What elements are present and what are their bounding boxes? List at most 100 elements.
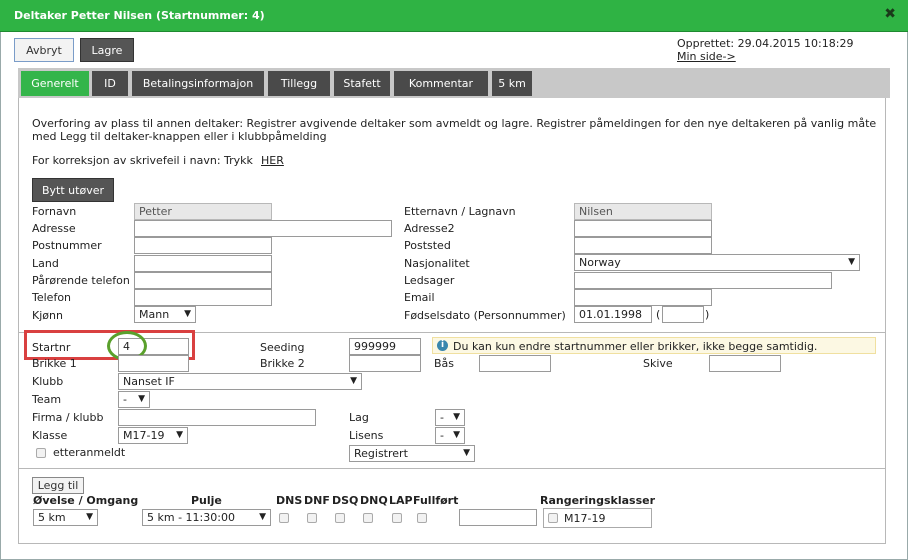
phone-field[interactable] <box>134 289 272 306</box>
tab-bar: Generelt ID Betalingsinformajon Tillegg … <box>18 68 890 98</box>
disc-field[interactable] <box>709 355 781 372</box>
dropdown-arrow-icon: ▼ <box>176 430 183 440</box>
lag-value: - <box>440 411 444 424</box>
club-select[interactable]: Nanset IF ▼ <box>118 373 362 390</box>
seeding-field[interactable]: 999999 <box>349 338 421 355</box>
address-field[interactable] <box>134 220 392 237</box>
lap-checkbox[interactable] <box>392 513 402 523</box>
country-field[interactable] <box>134 255 272 272</box>
dsq-checkbox[interactable] <box>335 513 345 523</box>
team-value: - <box>123 393 127 406</box>
heat-select[interactable]: 5 km - 11:30:00 ▼ <box>142 509 271 526</box>
company-label: Firma / klubb <box>32 411 104 424</box>
gender-select[interactable]: Mann ▼ <box>134 306 196 323</box>
nationality-select[interactable]: Norway ▼ <box>574 254 860 271</box>
tab-5km[interactable]: 5 km <box>492 71 532 96</box>
heat-value: 5 km - 11:30:00 <box>147 511 235 524</box>
dropdown-arrow-icon: ▼ <box>86 512 93 522</box>
status-select[interactable]: Registrert ▼ <box>349 445 475 462</box>
tab-extras[interactable]: Tillegg <box>268 71 330 96</box>
cancel-button[interactable]: Avbryt <box>14 38 74 62</box>
close-icon[interactable]: ✖ <box>884 7 896 21</box>
notice-text: Du kan kun endre startnummer eller brikk… <box>453 340 818 353</box>
dropdown-arrow-icon: ▼ <box>350 376 357 386</box>
lane-field[interactable] <box>479 355 551 372</box>
gender-value: Mann <box>139 308 170 321</box>
birthdate-field[interactable]: 01.01.1998 <box>574 306 652 323</box>
relative-phone-field[interactable] <box>134 272 272 289</box>
last-name-label: Etternavn / Lagnavn <box>404 205 516 218</box>
col-event-header: Øvelse / Omgang <box>33 494 139 507</box>
personnummer-field[interactable] <box>662 306 704 323</box>
dropdown-arrow-icon: ▼ <box>463 448 470 458</box>
class-select[interactable]: M17-19 ▼ <box>118 427 188 444</box>
address2-field[interactable] <box>574 220 712 237</box>
info-icon: i <box>437 340 448 351</box>
save-button[interactable]: Lagre <box>80 38 134 62</box>
dns-checkbox[interactable] <box>279 513 289 523</box>
dropdown-arrow-icon: ▼ <box>184 309 191 319</box>
tab-id[interactable]: ID <box>92 71 128 96</box>
dnf-checkbox[interactable] <box>307 513 317 523</box>
postal-code-field[interactable] <box>134 237 272 254</box>
event-value: 5 km <box>38 511 66 524</box>
dialog-title: Deltaker Petter Nilsen (Startnummer: 4) <box>14 9 265 22</box>
license-select[interactable]: - ▼ <box>435 427 465 444</box>
col-dnq-header: DNQ <box>360 494 388 507</box>
col-lap-header: LAP <box>389 494 413 507</box>
lag-select[interactable]: - ▼ <box>435 409 465 426</box>
relative-phone-label: Pårørende telefon <box>32 274 130 287</box>
event-select[interactable]: 5 km ▼ <box>33 509 98 526</box>
city-field[interactable] <box>574 237 712 254</box>
chip2-field[interactable] <box>349 355 421 372</box>
first-name-label: Fornavn <box>32 205 77 218</box>
my-page-link[interactable]: Min side-> <box>677 50 736 63</box>
license-value: - <box>440 429 444 442</box>
col-dns-header: DNS <box>276 494 303 507</box>
tab-comment[interactable]: Kommentar <box>394 71 488 96</box>
class-value: M17-19 <box>123 429 165 442</box>
change-athlete-button[interactable]: Bytt utøver <box>32 178 114 202</box>
email-field[interactable] <box>574 289 712 306</box>
late-registration-checkbox[interactable] <box>36 448 46 458</box>
seeding-label: Seeding <box>260 341 305 354</box>
nationality-label: Nasjonalitet <box>404 257 470 270</box>
completed-checkbox[interactable] <box>417 513 427 523</box>
created-timestamp: Opprettet: 29.04.2015 10:18:29 <box>677 37 854 50</box>
license-label: Lisens <box>349 429 384 442</box>
company-field[interactable] <box>118 409 316 426</box>
first-name-field: Petter <box>134 203 272 220</box>
tab-relay[interactable]: Stafett <box>334 71 390 96</box>
ranking-class-box: M17-19 <box>543 508 652 528</box>
dropdown-arrow-icon: ▼ <box>453 412 460 422</box>
dnq-checkbox[interactable] <box>363 513 373 523</box>
tab-generelt[interactable]: Generelt <box>21 71 89 96</box>
notice-box: i Du kan kun endre startnummer eller bri… <box>432 337 876 354</box>
result-field[interactable] <box>459 509 537 526</box>
ranking-class-checkbox[interactable] <box>548 513 558 523</box>
nationality-value: Norway <box>579 256 621 269</box>
late-registration-label: etteranmeldt <box>53 446 126 459</box>
lane-label: Bås <box>434 357 455 370</box>
chip2-label: Brikke 2 <box>260 357 305 370</box>
email-label: Email <box>404 291 435 304</box>
postal-code-label: Postnummer <box>32 239 102 252</box>
phone-label: Telefon <box>32 291 72 304</box>
dropdown-arrow-icon: ▼ <box>453 430 460 440</box>
companion-field[interactable] <box>574 272 832 289</box>
correction-link[interactable]: HER <box>261 154 284 167</box>
dialog-titlebar: Deltaker Petter Nilsen (Startnummer: 4) … <box>0 0 908 32</box>
col-heat-header: Pulje <box>191 494 222 507</box>
correction-text: For korreksjon av skrivefeil i navn: Try… <box>32 154 253 167</box>
chip1-field[interactable] <box>118 355 189 372</box>
tab-payment[interactable]: Betalingsinformajon <box>132 71 264 96</box>
team-select[interactable]: - ▼ <box>118 391 150 408</box>
birthdate-label: Fødselsdato (Personnummer) <box>404 309 566 322</box>
col-completed-header: Fullført <box>413 494 459 507</box>
add-event-button[interactable]: Legg til <box>32 477 84 494</box>
transfer-info-line2: med Legg til deltaker-knappen eller i kl… <box>32 130 327 143</box>
dropdown-arrow-icon: ▼ <box>259 512 266 522</box>
country-label: Land <box>32 257 59 270</box>
section-divider <box>18 468 886 469</box>
team-label: Team <box>32 393 62 406</box>
